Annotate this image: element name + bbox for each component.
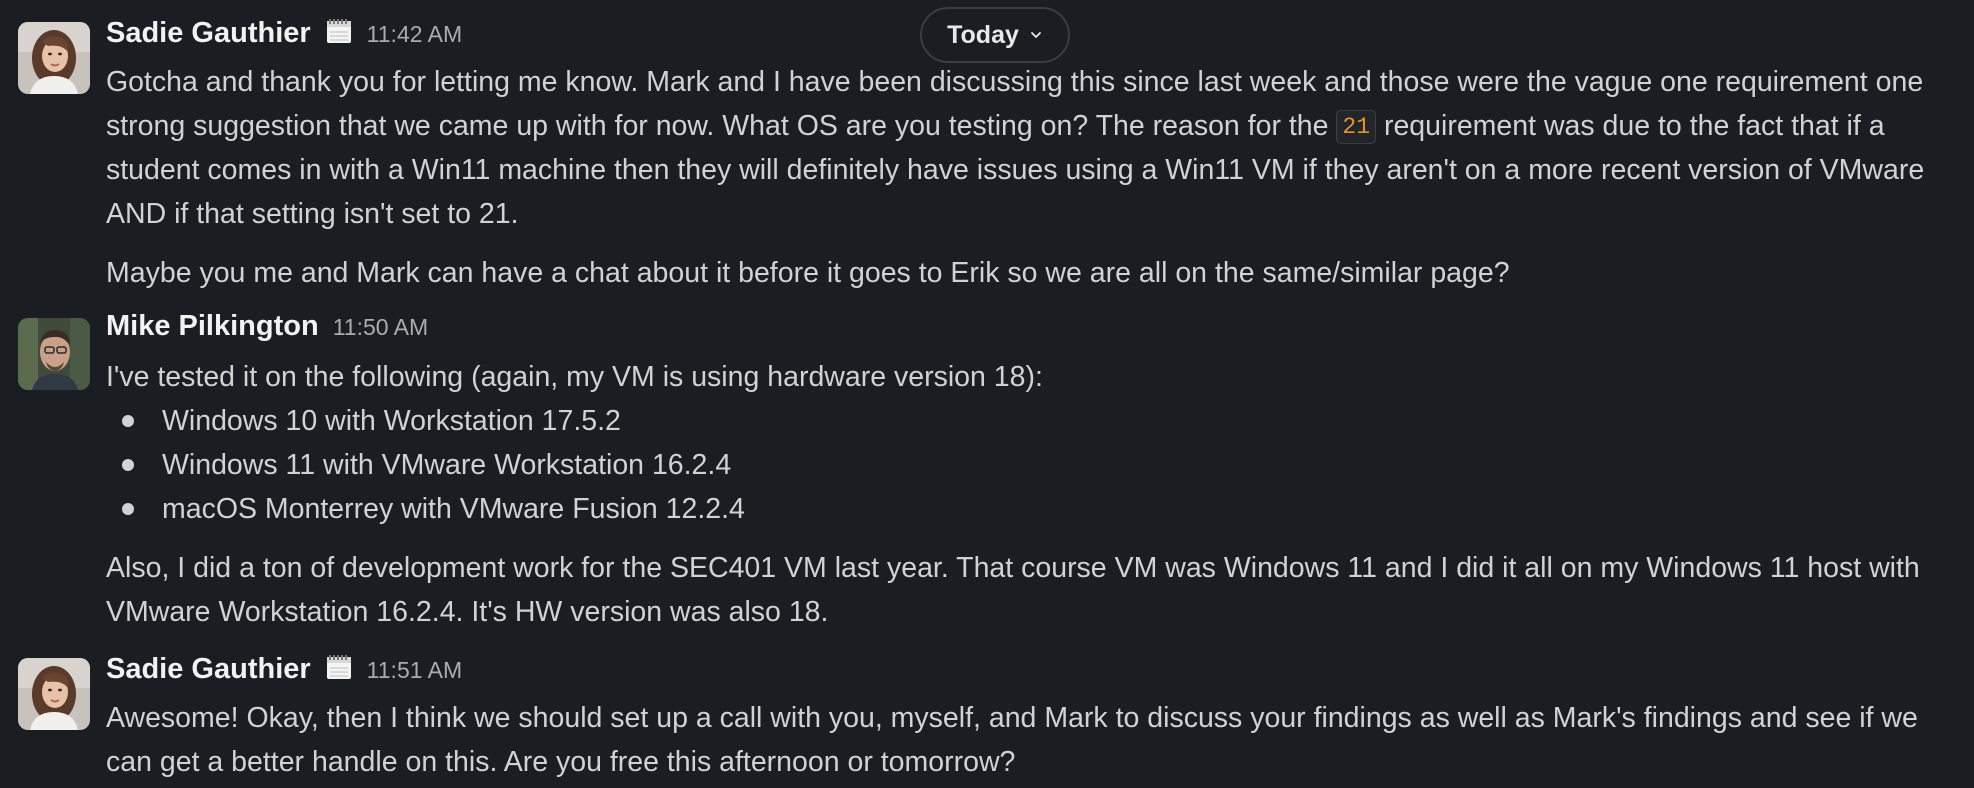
calendar-icon	[326, 19, 351, 43]
inline-code: 21	[1336, 110, 1377, 144]
message-timestamp[interactable]: 11:50 AM	[333, 314, 428, 341]
chevron-down-icon	[1030, 32, 1041, 38]
day-divider-button[interactable]: Today	[920, 7, 1070, 63]
message-timestamp[interactable]: 11:51 AM	[367, 657, 462, 684]
avatar[interactable]	[18, 658, 90, 730]
list-item: Windows 11 with VMware Workstation 16.2.…	[106, 443, 1968, 487]
message-text: Awesome! Okay, then I think we should se…	[106, 702, 1918, 778]
author-name[interactable]: Sadie Gauthier	[106, 653, 311, 686]
author-name[interactable]: Sadie Gauthier	[106, 17, 311, 50]
message-text: Gotcha and thank you for letting me know…	[106, 66, 1925, 230]
message-text: Maybe you me and Mark can have a chat ab…	[106, 257, 1510, 289]
message-pane: Today Sadie Gauthier 11:42 AM Gotcha and…	[0, 0, 1974, 788]
list-item: macOS Monterrey with VMware Fusion 12.2.…	[106, 487, 1968, 531]
message-timestamp[interactable]: 11:42 AM	[367, 21, 462, 48]
message-text: I've tested it on the following (again, …	[106, 361, 1043, 393]
avatar[interactable]	[18, 22, 90, 94]
day-divider-label: Today	[947, 20, 1019, 49]
avatar[interactable]	[18, 318, 90, 390]
message-text: Also, I did a ton of development work fo…	[106, 552, 1920, 628]
list-item: Windows 10 with Workstation 17.5.2	[106, 399, 1968, 443]
bullet-list: Windows 10 with Workstation 17.5.2 Windo…	[106, 399, 1968, 531]
calendar-icon	[326, 655, 351, 679]
author-name[interactable]: Mike Pilkington	[106, 310, 319, 343]
